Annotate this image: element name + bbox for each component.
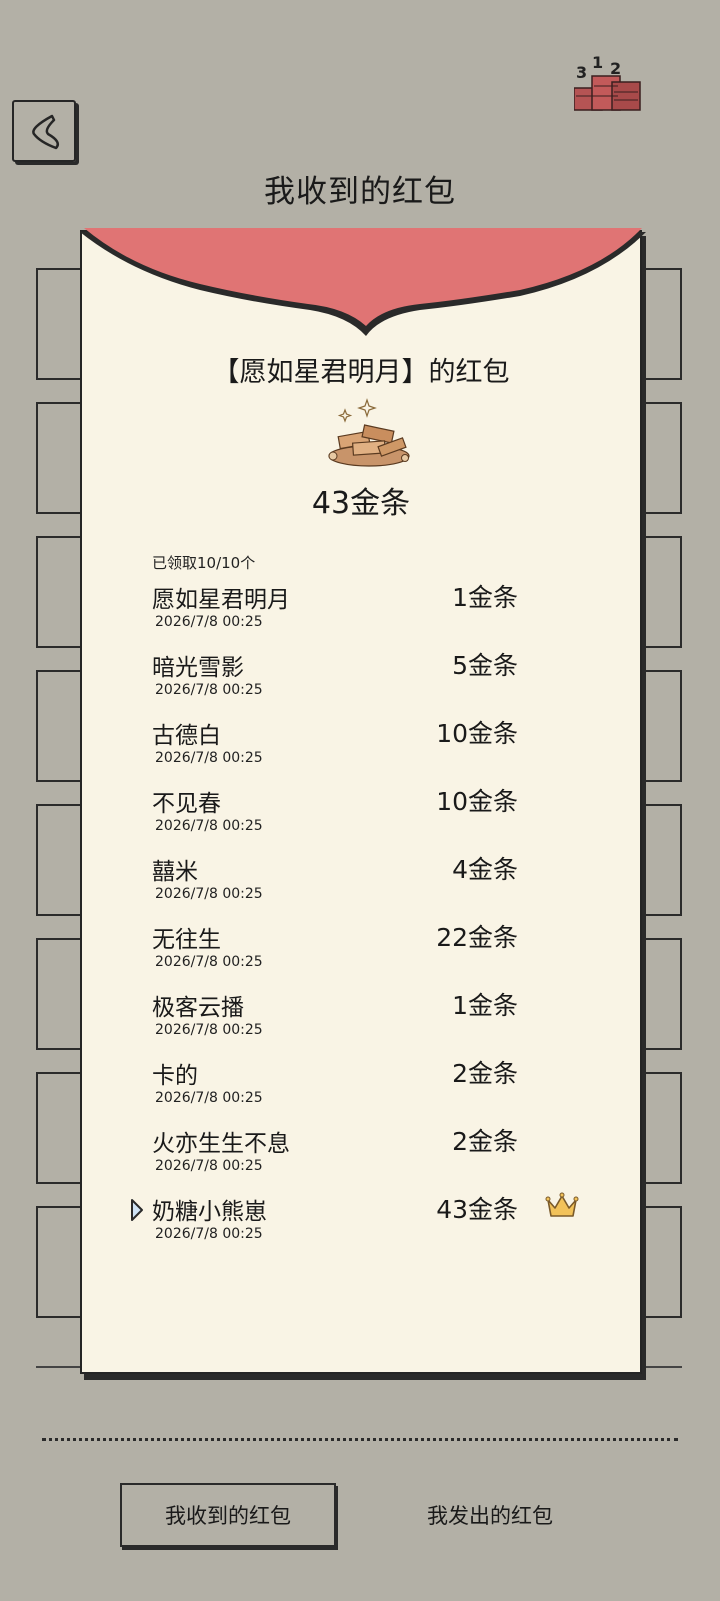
self-marker-icon bbox=[131, 1199, 143, 1221]
list-item: 囍米 2026/7/8 00:25 4金条 bbox=[82, 852, 640, 918]
recipient-name: 不见春 bbox=[152, 791, 221, 817]
claim-time: 2026/7/8 00:25 bbox=[155, 818, 263, 834]
back-button[interactable] bbox=[12, 100, 76, 162]
red-packet-flap bbox=[80, 228, 646, 336]
list-item: 极客云播 2026/7/8 00:25 1金条 bbox=[82, 988, 640, 1054]
podium-gold-icon[interactable]: 3 1 2 bbox=[574, 48, 652, 114]
svg-text:2: 2 bbox=[610, 59, 621, 78]
claim-amount: 10金条 bbox=[436, 719, 518, 748]
claim-amount: 5金条 bbox=[452, 651, 518, 680]
list-item: 愿如星君明月 2026/7/8 00:25 1金条 bbox=[82, 580, 640, 646]
claim-time: 2026/7/8 00:25 bbox=[155, 1022, 263, 1038]
claim-time: 2026/7/8 00:25 bbox=[155, 954, 263, 970]
claim-amount: 43金条 bbox=[436, 1195, 518, 1224]
claim-amount: 10金条 bbox=[436, 787, 518, 816]
claim-amount: 2金条 bbox=[452, 1127, 518, 1156]
list-item: 火亦生生不息 2026/7/8 00:25 2金条 bbox=[82, 1124, 640, 1190]
claim-amount: 4金条 bbox=[452, 855, 518, 884]
dotted-divider bbox=[42, 1438, 678, 1441]
recipient-name: 奶糖小熊崽 bbox=[152, 1199, 267, 1225]
claim-time: 2026/7/8 00:25 bbox=[155, 1226, 263, 1242]
svg-text:3: 3 bbox=[576, 63, 587, 82]
claim-time: 2026/7/8 00:25 bbox=[155, 750, 263, 766]
svg-text:1: 1 bbox=[592, 53, 603, 72]
list-item: 不见春 2026/7/8 00:25 10金条 bbox=[82, 784, 640, 850]
claim-time: 2026/7/8 00:25 bbox=[155, 1090, 263, 1106]
list-item: 暗光雪影 2026/7/8 00:25 5金条 bbox=[82, 648, 640, 714]
list-item-self: 奶糖小熊崽 2026/7/8 00:25 43金条 bbox=[82, 1192, 640, 1258]
claim-time: 2026/7/8 00:25 bbox=[155, 682, 263, 698]
recipient-name: 囍米 bbox=[152, 859, 198, 885]
list-item: 无往生 2026/7/8 00:25 22金条 bbox=[82, 920, 640, 986]
recipient-name: 极客云播 bbox=[152, 995, 244, 1021]
claim-amount: 1金条 bbox=[452, 991, 518, 1020]
recipient-name: 古德白 bbox=[152, 723, 221, 749]
list-item: 卡的 2026/7/8 00:25 2金条 bbox=[82, 1056, 640, 1122]
claim-amount: 1金条 bbox=[452, 583, 518, 612]
claimed-count: 已领取10/10个 bbox=[152, 554, 256, 572]
recipient-name: 无往生 bbox=[152, 927, 221, 953]
claim-time: 2026/7/8 00:25 bbox=[155, 1158, 263, 1174]
sender-title: 【愿如星君明月】的红包 bbox=[212, 357, 510, 388]
crown-icon bbox=[545, 1192, 579, 1217]
red-packet-detail-modal: 【愿如星君明月】的红包 43金条 已领取10/10个 愿如星君明月 2026/7… bbox=[80, 228, 646, 1374]
back-arrow-icon bbox=[32, 114, 59, 150]
recipient-name: 愿如星君明月 bbox=[152, 587, 290, 613]
tab-received[interactable]: 我收到的红包 bbox=[120, 1483, 336, 1547]
recipient-name: 暗光雪影 bbox=[152, 655, 244, 681]
gold-bars-icon bbox=[328, 398, 410, 467]
recipient-name: 卡的 bbox=[152, 1063, 198, 1089]
claim-amount: 2金条 bbox=[452, 1059, 518, 1088]
claim-time: 2026/7/8 00:25 bbox=[155, 886, 263, 902]
total-amount: 43金条 bbox=[311, 486, 411, 521]
tab-sent[interactable]: 我发出的红包 bbox=[382, 1483, 598, 1547]
list-item: 古德白 2026/7/8 00:25 10金条 bbox=[82, 716, 640, 782]
claim-amount: 22金条 bbox=[436, 923, 518, 952]
claim-time: 2026/7/8 00:25 bbox=[155, 614, 263, 630]
page-title: 我收到的红包 bbox=[264, 174, 456, 210]
recipient-name: 火亦生生不息 bbox=[152, 1131, 290, 1157]
